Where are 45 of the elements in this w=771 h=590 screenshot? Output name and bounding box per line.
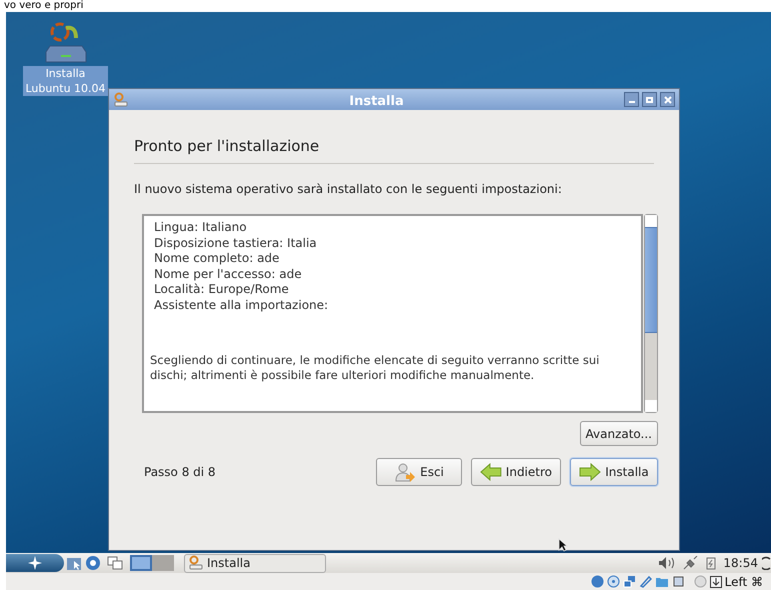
summary-line: Nome completo: ade xyxy=(154,251,280,267)
disc-icon xyxy=(694,575,707,588)
hard-disk-icon xyxy=(590,575,604,588)
close-button[interactable] xyxy=(660,92,675,107)
summary-line: Assistente alla importazione: xyxy=(154,298,328,314)
left-arrow-icon xyxy=(480,463,502,481)
battery-icon[interactable] xyxy=(706,556,716,570)
right-arrow-icon xyxy=(579,463,602,481)
installer-icon xyxy=(113,92,129,108)
step-indicator: Passo 8 di 8 xyxy=(144,464,217,481)
summary-line: Località: Europe/Rome xyxy=(154,282,289,298)
maximize-button[interactable] xyxy=(642,92,657,107)
mouse-pointer-icon xyxy=(558,538,568,552)
file-manager-icon[interactable] xyxy=(66,555,82,571)
summary-line: Nome per l'accesso: ade xyxy=(154,266,302,282)
close-icon xyxy=(664,96,672,104)
advanced-button[interactable]: Avanzato... xyxy=(580,421,658,446)
minimize-button[interactable] xyxy=(624,92,639,107)
clock[interactable]: 18:54 xyxy=(723,554,758,572)
volume-icon[interactable] xyxy=(658,556,676,570)
install-button[interactable]: Installa xyxy=(570,458,658,486)
intro-text: Il nuovo sistema operativo sarà installato con le seguenti impostazioni: xyxy=(134,181,563,198)
back-button[interactable]: Indietro xyxy=(471,458,561,486)
summary-line: Disposizione tastiera: Italia xyxy=(154,236,317,252)
chip-icon xyxy=(672,575,685,588)
start-menu-button[interactable] xyxy=(6,554,64,572)
page-heading: vo vero e propri xyxy=(4,0,84,12)
taskbar-window-button[interactable]: Installa xyxy=(184,554,326,572)
optical-disc-icon xyxy=(606,575,620,588)
network-icon xyxy=(622,575,636,588)
scrollbar[interactable] xyxy=(644,214,658,413)
window-title: Installa xyxy=(349,94,404,108)
usb-pen-icon xyxy=(638,575,652,588)
shared-folder-icon xyxy=(654,575,669,588)
star-logo-icon xyxy=(28,556,42,570)
keyboard-capture-icon xyxy=(710,576,722,588)
summary-line: Lingua: Italiano xyxy=(154,220,247,236)
quit-button[interactable]: Esci xyxy=(376,458,462,486)
page-title: Pronto per l'installazione xyxy=(134,136,320,156)
host-key-label: Left ⌘ xyxy=(724,574,763,590)
person-arrow-icon xyxy=(394,462,416,482)
windows-icon[interactable] xyxy=(107,555,123,571)
summary-note: Scegliendo di continuare, le modifiche elencate di seguito verranno scritte sui dischi; altrimenti è possibile fare ulteriori modifiche manualmente. xyxy=(150,352,600,384)
network-plug-icon[interactable] xyxy=(682,556,698,570)
installer-icon xyxy=(188,555,204,571)
